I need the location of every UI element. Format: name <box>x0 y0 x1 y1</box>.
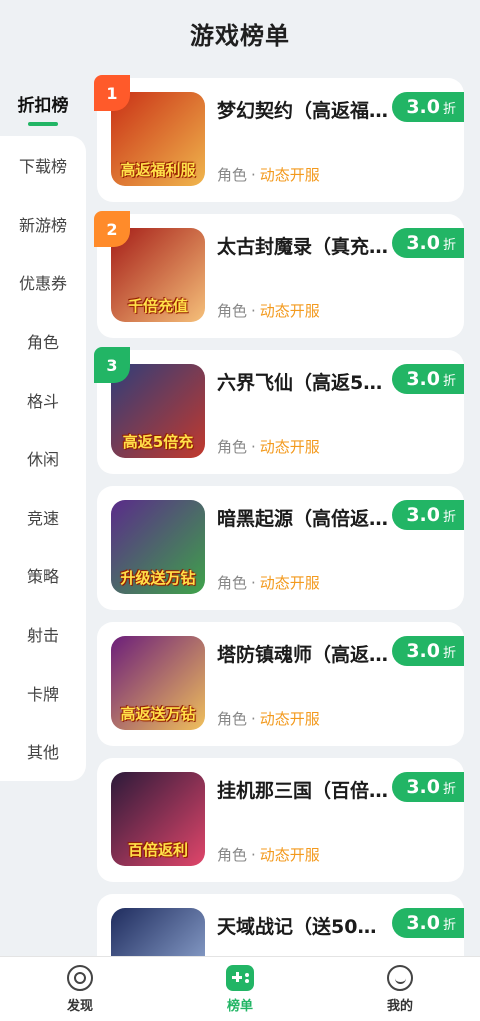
game-card[interactable]: 高返5倍充 3 六界飞仙（高返5倍充） 角色·动态开服 3.0折 <box>94 347 464 474</box>
separator-dot: · <box>251 438 256 456</box>
active-indicator <box>28 121 58 126</box>
tab-label: 发现 <box>66 998 93 1014</box>
discount-value: 3.0 <box>406 368 440 390</box>
discover-icon <box>67 964 93 991</box>
game-icon-banner: 高返福利服 <box>120 161 196 179</box>
game-icon-banner: 千倍充值 <box>127 297 188 315</box>
discount-unit: 折 <box>442 373 456 389</box>
game-icon[interactable]: 升级送万钻 <box>111 500 205 594</box>
tab-profile[interactable]: 我的 <box>320 957 480 1021</box>
game-card[interactable]: 千倍充值 2 太古封魔录（真充送千充） 角色·动态开服 3.0折 <box>94 211 464 338</box>
discount-value: 3.0 <box>406 640 440 662</box>
game-name: 天域战记（送5000充） <box>217 916 389 938</box>
profile-icon <box>387 964 413 991</box>
sidebar-item-shooting[interactable]: 射击 <box>0 605 86 664</box>
discount-value: 3.0 <box>406 96 440 118</box>
discount-badge: 3.0 折 <box>392 908 464 938</box>
game-name: 挂机那三国（百倍返利） <box>217 780 389 802</box>
game-meta: 角色·动态开服 <box>217 844 320 865</box>
game-genre: 角色 <box>217 846 248 864</box>
game-meta: 角色·动态开服 <box>217 708 320 729</box>
sidebar-item-other[interactable]: 其他 <box>0 722 86 781</box>
tab-label: 榜单 <box>226 998 253 1014</box>
discount-unit: 折 <box>442 509 456 525</box>
game-icon[interactable]: 高返送万钻 <box>111 636 205 730</box>
discount-badge: 3.0 折 <box>392 364 464 394</box>
game-name: 太古封魔录（真充送千充） <box>217 236 389 258</box>
server-tag: 动态开服 <box>259 438 320 456</box>
discount-badge: 3.0 折 <box>392 500 464 530</box>
rank-badge: 3 <box>94 347 130 383</box>
discount-unit: 折 <box>442 237 456 253</box>
tab-label: 我的 <box>386 998 413 1014</box>
discount-value: 3.0 <box>406 504 440 526</box>
discount-unit: 折 <box>442 645 456 661</box>
separator-dot: · <box>251 574 256 592</box>
sidebar-item-role[interactable]: 角色 <box>0 312 86 371</box>
category-sidebar: 下载榜 新游榜 优惠券 角色 格斗 休闲 竞速 策略 射击 卡牌 其他 <box>0 136 86 781</box>
server-tag: 动态开服 <box>259 574 320 592</box>
game-genre: 角色 <box>217 438 248 456</box>
game-meta: 角色·动态开服 <box>217 436 320 457</box>
bottom-nav: 发现 榜单 我的 <box>0 956 480 1021</box>
game-meta: 角色·动态开服 <box>217 164 320 185</box>
sidebar-item-new-games[interactable]: 新游榜 <box>0 195 86 254</box>
game-meta: 角色·动态开服 <box>217 300 320 321</box>
sidebar-item-casual[interactable]: 休闲 <box>0 429 86 488</box>
game-icon-banner: 升级送万钻 <box>120 569 196 587</box>
game-card[interactable]: 升级送万钻 暗黑起源（高倍返利） 角色 · 动态开服 3.0 折 <box>97 486 464 610</box>
game-genre: 角色 <box>217 574 248 592</box>
tab-ranking[interactable]: 榜单 <box>160 957 320 1021</box>
discount-unit: 折 <box>442 101 456 117</box>
game-name: 六界飞仙（高返5倍充） <box>217 372 389 394</box>
sidebar-item-coupons[interactable]: 优惠券 <box>0 253 86 312</box>
server-tag: 动态开服 <box>259 302 320 320</box>
game-icon-banner: 高返送万钻 <box>120 705 196 723</box>
discount-unit: 折 <box>442 917 456 933</box>
separator-dot: · <box>251 846 256 864</box>
game-icon[interactable]: 百倍返利 <box>111 772 205 866</box>
tab-discover[interactable]: 发现 <box>0 957 160 1021</box>
game-genre: 角色 <box>217 302 248 320</box>
sidebar-item-cards[interactable]: 卡牌 <box>0 663 86 722</box>
game-name: 塔防镇魂师（高返送万钻） <box>217 644 389 666</box>
server-tag: 动态开服 <box>259 846 320 864</box>
sidebar-item-strategy[interactable]: 策略 <box>0 546 86 605</box>
discount-value: 3.0 <box>406 912 440 934</box>
game-name: 暗黑起源（高倍返利） <box>217 508 389 530</box>
discount-value: 3.0 <box>406 232 440 254</box>
rank-badge: 1 <box>94 75 130 111</box>
game-card[interactable]: 高返送万钻 塔防镇魂师（高返送万钻） 角色·动态开服 3.0折 <box>97 622 464 746</box>
top-bar: 游戏榜单 <box>0 0 480 66</box>
discount-unit: 折 <box>442 781 456 797</box>
discount-badge: 3.0 折 <box>392 228 464 258</box>
rank-badge: 2 <box>94 211 130 247</box>
game-meta: 角色·动态开服 <box>217 572 320 593</box>
sidebar-item-racing[interactable]: 竞速 <box>0 488 86 547</box>
separator-dot: · <box>251 302 256 320</box>
game-icon-banner: 高返5倍充 <box>122 433 194 451</box>
sidebar-item-fighting[interactable]: 格斗 <box>0 370 86 429</box>
sidebar-item-discount-ranking[interactable]: 折扣榜 <box>0 80 86 136</box>
discount-badge: 3.0 折 <box>392 636 464 666</box>
game-name: 梦幻契约（高返福利服） <box>217 100 389 122</box>
game-genre: 角色 <box>217 166 248 184</box>
discount-badge: 3.0 折 <box>392 92 464 122</box>
server-tag: 动态开服 <box>259 166 320 184</box>
game-card[interactable]: 高返福利服 1 梦幻契约（高返福利服） 角色·动态开服 3.0折 <box>94 75 464 202</box>
game-genre: 角色 <box>217 710 248 728</box>
separator-dot: · <box>251 166 256 184</box>
ranking-icon <box>226 964 254 991</box>
discount-value: 3.0 <box>406 776 440 798</box>
sidebar-item-download-ranking[interactable]: 下载榜 <box>0 136 86 195</box>
discount-badge: 3.0 折 <box>392 772 464 802</box>
game-card[interactable]: 百倍返利 挂机那三国（百倍返利） 角色·动态开服 3.0折 <box>97 758 464 882</box>
server-tag: 动态开服 <box>259 710 320 728</box>
separator-dot: · <box>251 710 256 728</box>
game-icon-banner: 百倍返利 <box>127 841 188 859</box>
page-title: 游戏榜单 <box>190 21 290 50</box>
sidebar-item-label: 折扣榜 <box>17 95 69 116</box>
